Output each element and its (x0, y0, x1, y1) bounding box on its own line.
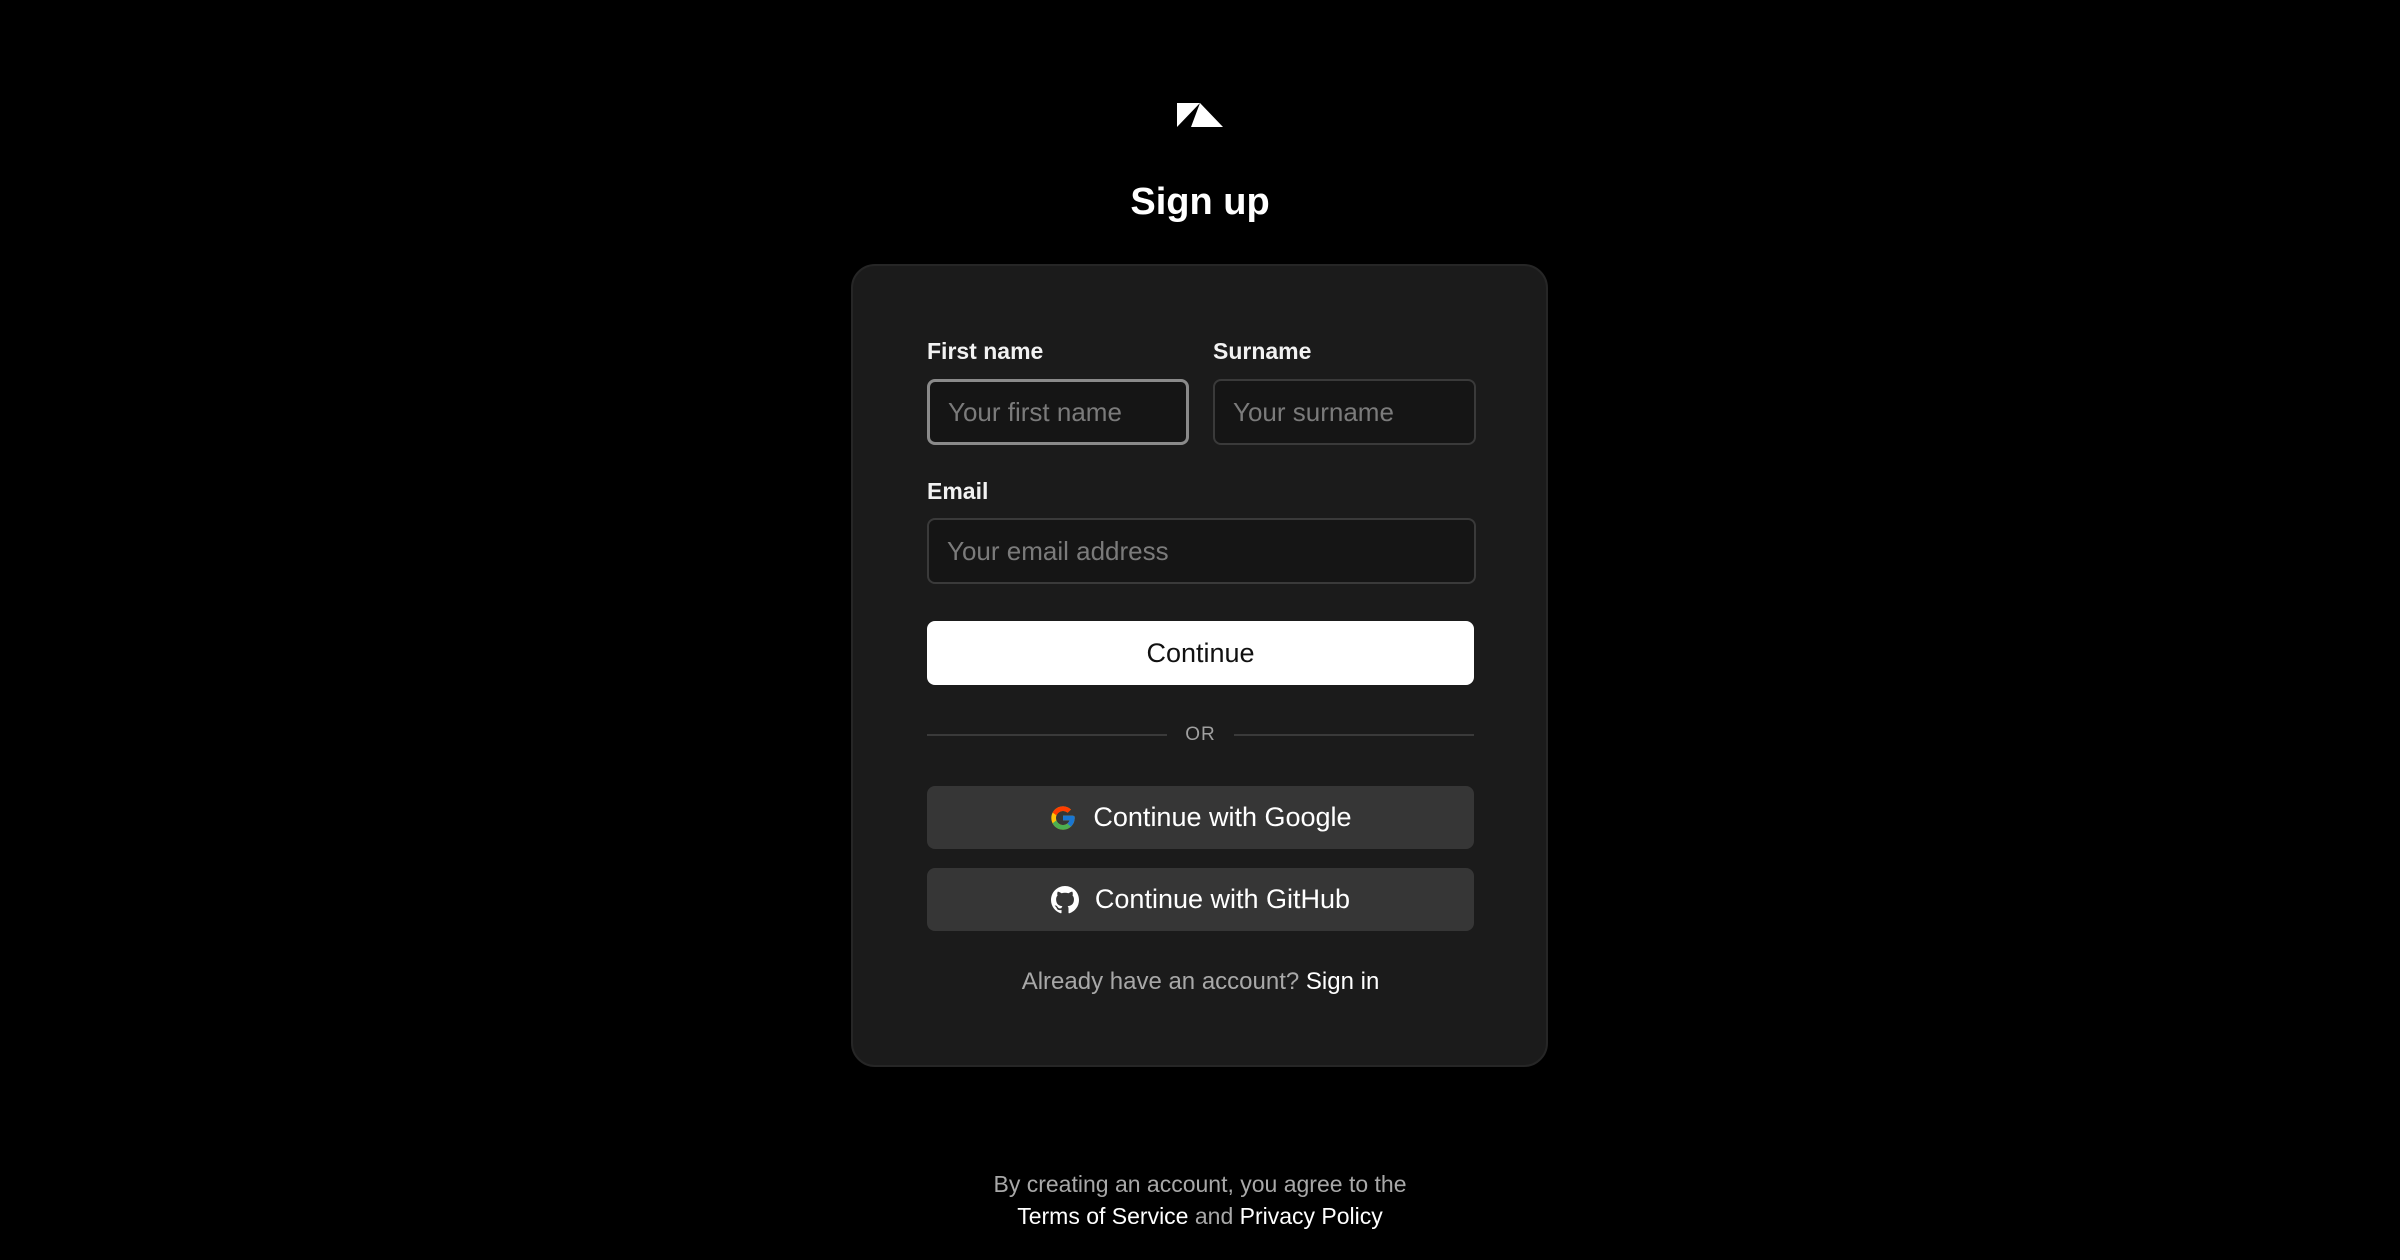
email-label: Email (927, 478, 989, 504)
google-icon (1049, 804, 1077, 832)
github-icon (1050, 885, 1079, 914)
google-button-label: Continue with Google (1093, 802, 1352, 832)
surname-input[interactable] (1213, 379, 1476, 445)
signup-card: First name Surname Email Continue OR Con… (851, 264, 1548, 1067)
signup-page: Sign up First name Surname Email Continu… (0, 0, 2400, 1260)
continue-button[interactable]: Continue (927, 621, 1474, 685)
signin-link[interactable]: Sign in (1306, 968, 1379, 995)
first-name-input[interactable] (927, 379, 1189, 445)
terms-link[interactable]: Terms of Service (1017, 1203, 1188, 1229)
signin-row: Already have an account? Sign in (853, 966, 1548, 998)
email-input[interactable] (927, 518, 1476, 584)
first-name-label: First name (927, 338, 1044, 364)
signin-prompt: Already have an account? (1021, 968, 1300, 995)
legal-text: By creating an account, you agree to the (993, 1171, 1407, 1197)
privacy-link[interactable]: Privacy Policy (1240, 1203, 1383, 1229)
google-signin-button[interactable]: Continue with Google (927, 786, 1474, 849)
github-signin-button[interactable]: Continue with GitHub (927, 868, 1474, 931)
github-button-label: Continue with GitHub (1094, 884, 1351, 914)
divider-line-right (1234, 734, 1474, 736)
legal-and-text: and (1194, 1203, 1234, 1229)
page-title: Sign up (1130, 181, 1270, 223)
surname-label: Surname (1213, 338, 1312, 364)
legal-footer: By creating an account, you agree to the… (0, 1168, 2400, 1232)
brand-logo-icon (1177, 103, 1223, 127)
